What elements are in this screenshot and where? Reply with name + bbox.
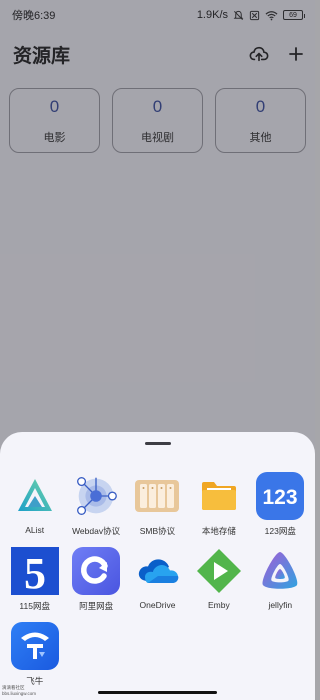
jellyfin-icon — [262, 552, 298, 589]
source-webdav[interactable]: Webdav协议 — [65, 470, 126, 545]
source-jellyfin[interactable]: jellyfin — [250, 545, 311, 620]
source-row: 5 115网盘 阿里网盘 OneDrive Emby jellyfin — [4, 545, 311, 620]
alist-icon — [17, 479, 52, 511]
home-indicator[interactable] — [98, 691, 217, 694]
emby-icon — [196, 549, 241, 593]
source-feiniu[interactable]: 飞牛 — [4, 620, 65, 695]
webdav-icon — [77, 477, 117, 515]
source-row: AList Webdav协议 SMB协议 本地存储 123 123网盘 — [4, 470, 311, 545]
smb-icon — [135, 480, 180, 512]
source-label: 阿里网盘 — [79, 601, 114, 611]
source-emby[interactable]: Emby — [188, 545, 249, 620]
source-label: 本地存储 — [201, 526, 236, 536]
source-aliyun[interactable]: 阿里网盘 — [65, 545, 126, 620]
source-label: jellyfin — [268, 600, 293, 610]
source-115pan[interactable]: 5 115网盘 — [4, 545, 65, 620]
add-source-sheet: AList Webdav协议 SMB协议 本地存储 123 123网盘 5 11… — [0, 432, 315, 700]
source-label: AList — [25, 525, 45, 535]
source-label: OneDrive — [139, 600, 176, 610]
source-label: SMB协议 — [139, 526, 176, 536]
pan115-icon: 5 — [10, 547, 59, 596]
feiniu-icon — [10, 622, 59, 670]
watermark-line2: bbs.liuxingw.com — [2, 691, 37, 696]
source-onedrive[interactable]: OneDrive — [127, 545, 188, 620]
watermark: 滴滴看社区 bbs.liuxingw.com — [2, 685, 36, 697]
aliyun-icon — [72, 547, 121, 595]
pan123-text: 123 — [263, 486, 298, 509]
drag-handle[interactable] — [145, 442, 171, 445]
source-grid: AList Webdav协议 SMB协议 本地存储 123 123网盘 5 11… — [4, 470, 311, 695]
source-label: 123网盘 — [264, 526, 296, 536]
pan115-text: 5 — [24, 549, 46, 596]
onedrive-icon — [139, 559, 179, 583]
folder-icon — [201, 482, 236, 510]
source-local-storage[interactable]: 本地存储 — [188, 470, 249, 545]
pan123-icon: 123 — [256, 472, 305, 520]
source-alist[interactable]: AList — [4, 470, 65, 545]
source-label: Emby — [208, 600, 230, 610]
source-label: Webdav协议 — [72, 526, 121, 536]
source-row: 飞牛 — [4, 620, 311, 695]
source-smb[interactable]: SMB协议 — [127, 470, 188, 545]
source-123pan[interactable]: 123 123网盘 — [250, 470, 311, 545]
source-label: 115网盘 — [19, 601, 50, 611]
